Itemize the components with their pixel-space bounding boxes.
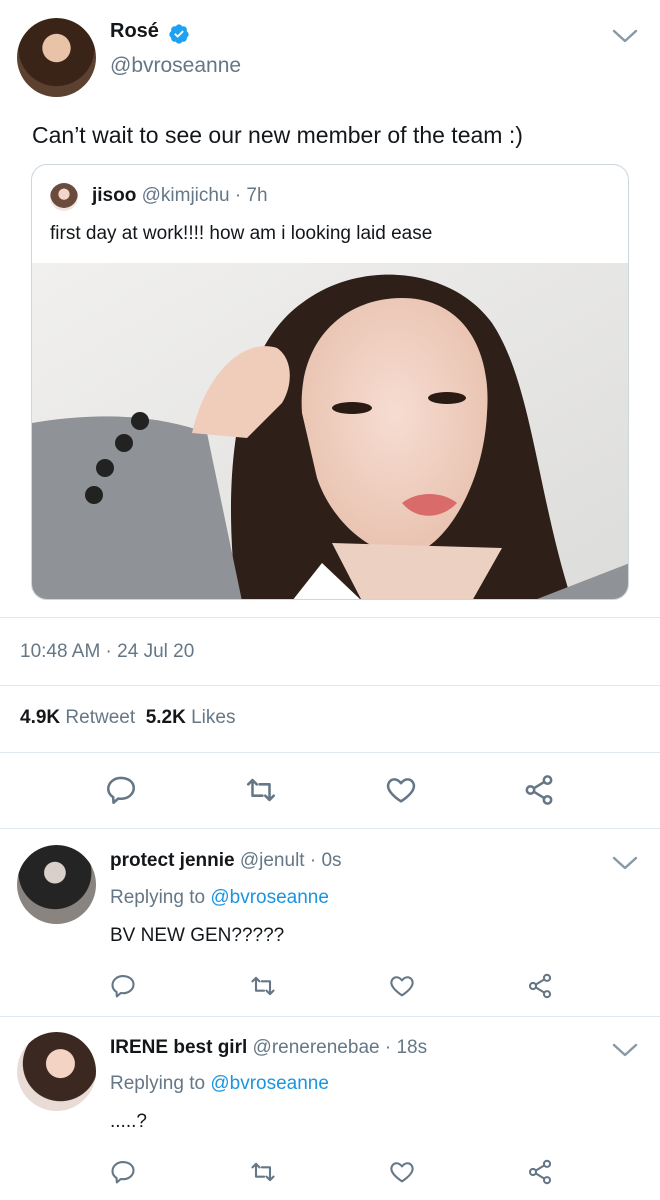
retweet-icon[interactable] <box>241 770 281 810</box>
author-display-name[interactable]: Rosé <box>110 20 159 43</box>
reply-author-handle[interactable]: @renerenebae <box>253 1037 380 1058</box>
quoted-author-avatar <box>50 183 78 211</box>
retweets-label[interactable]: Retweet <box>65 707 135 728</box>
quoted-time: · 7h <box>234 185 268 206</box>
like-icon[interactable] <box>382 1152 422 1192</box>
chevron-down-icon[interactable] <box>612 1042 638 1058</box>
like-icon[interactable] <box>382 966 422 1006</box>
likes-count[interactable]: 5.2K <box>146 707 186 728</box>
likes-label[interactable]: Likes <box>191 707 235 728</box>
share-icon[interactable] <box>519 770 559 810</box>
retweets-count[interactable]: 4.9K <box>20 707 60 728</box>
reply-icon[interactable] <box>101 770 141 810</box>
tweet-timestamp[interactable]: 10:48 AM · 24 Jul 20 <box>20 641 194 663</box>
quoted-author-line: jisoo @kimjichu · 7h <box>92 185 268 207</box>
replying-to-handle[interactable]: @bvroseanne <box>210 1073 329 1094</box>
tweet-text: Can’t wait to see our new member of the … <box>32 122 523 148</box>
reply-avatar[interactable] <box>17 845 96 924</box>
reply-time[interactable]: · 0s <box>310 850 342 871</box>
quoted-tweet-card[interactable]: jisoo @kimjichu · 7h first day at work!!… <box>31 164 629 600</box>
quoted-tweet-text: first day at work!!!! how am i looking l… <box>50 223 433 244</box>
share-icon[interactable] <box>520 1152 560 1192</box>
reply-author-handle[interactable]: @jenult <box>240 850 305 871</box>
reply-avatar[interactable] <box>17 1032 96 1111</box>
reply-icon[interactable] <box>103 966 143 1006</box>
retweet-icon[interactable] <box>243 966 283 1006</box>
reply-header: IRENE best girl @renerenebae · 18s <box>110 1037 427 1059</box>
chevron-down-icon[interactable] <box>612 28 638 44</box>
quoted-author-name: jisoo <box>92 185 137 206</box>
reply-time[interactable]: · 18s <box>385 1037 427 1058</box>
replying-to-handle[interactable]: @bvroseanne <box>210 887 329 908</box>
quoted-author-handle: @kimjichu <box>141 185 230 206</box>
replying-to-prefix: Replying to <box>110 887 206 908</box>
share-icon[interactable] <box>520 966 560 1006</box>
quoted-tweet-photo[interactable] <box>32 263 628 599</box>
reply-text: .....? <box>110 1111 147 1132</box>
reply-author-name[interactable]: protect jennie <box>110 850 235 871</box>
author-avatar[interactable] <box>17 18 96 97</box>
retweet-icon[interactable] <box>243 1152 283 1192</box>
reply-icon[interactable] <box>103 1152 143 1192</box>
reply-header: protect jennie @jenult · 0s <box>110 850 342 872</box>
chevron-down-icon[interactable] <box>612 855 638 871</box>
engagement-stats: 4.9K Retweet 5.2K Likes <box>20 707 235 729</box>
replying-to-prefix: Replying to <box>110 1073 206 1094</box>
reply-author-name[interactable]: IRENE best girl <box>110 1037 247 1058</box>
replying-to-line: Replying to @bvroseanne <box>110 1073 329 1095</box>
replying-to-line: Replying to @bvroseanne <box>110 887 329 909</box>
author-handle[interactable]: @bvroseanne <box>110 54 241 78</box>
verified-badge-icon <box>168 23 190 45</box>
like-icon[interactable] <box>381 770 421 810</box>
reply-text: BV NEW GEN????? <box>110 925 285 946</box>
